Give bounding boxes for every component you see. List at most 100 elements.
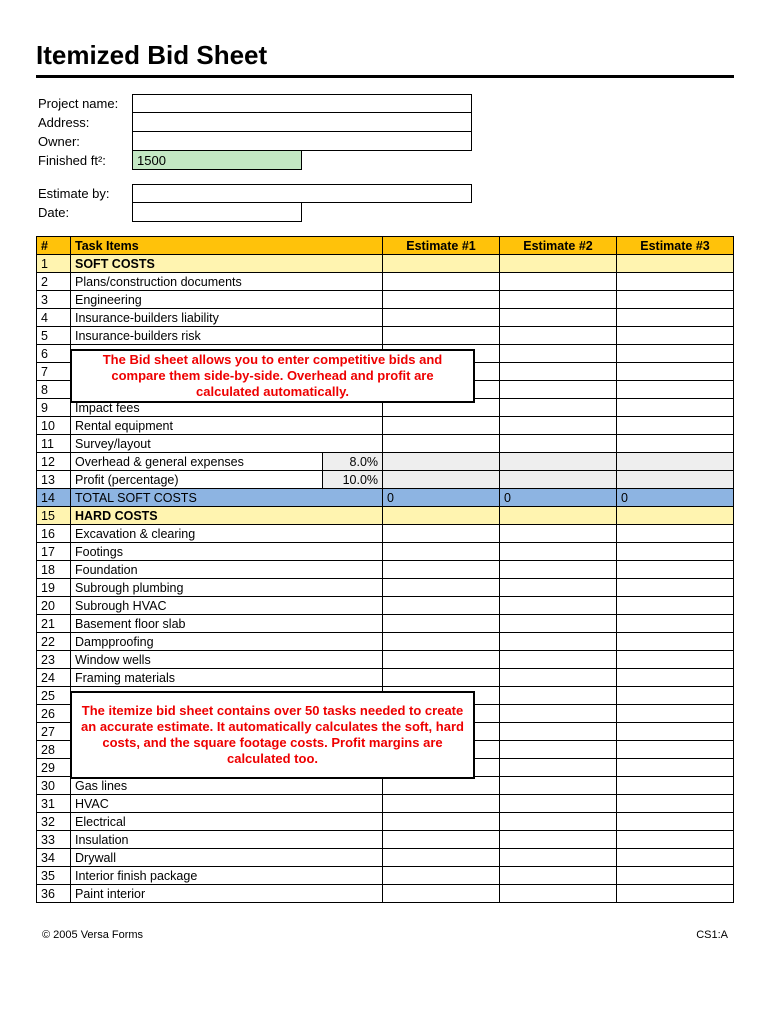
estimate-cell[interactable] [383,525,500,543]
estimate-cell[interactable] [383,579,500,597]
estimate-cell[interactable] [616,741,733,759]
estimate-cell[interactable] [616,615,733,633]
estimate-cell[interactable] [616,255,733,273]
estimate-cell[interactable] [500,633,617,651]
estimate-cell[interactable] [383,309,500,327]
estimate-cell[interactable] [500,777,617,795]
estimate-cell[interactable] [383,255,500,273]
estimate-cell[interactable] [500,363,617,381]
estimate-cell[interactable] [616,273,733,291]
estimate-cell[interactable] [500,417,617,435]
estimate-cell[interactable] [500,399,617,417]
estimate-cell[interactable] [616,381,733,399]
estimate-cell[interactable] [616,597,733,615]
estimate-cell[interactable] [500,615,617,633]
estimate-cell[interactable] [616,345,733,363]
estimate-cell[interactable] [383,561,500,579]
estimate-cell[interactable] [500,867,617,885]
estimate-cell[interactable] [383,273,500,291]
estimate-cell[interactable] [500,759,617,777]
estimate-cell[interactable] [616,453,733,471]
estimate-cell[interactable] [616,399,733,417]
estimate-cell[interactable] [616,561,733,579]
estimate-cell[interactable] [500,309,617,327]
percent-cell[interactable]: 8.0% [323,453,383,471]
input-address[interactable] [132,113,472,132]
estimate-cell[interactable] [616,849,733,867]
estimate-cell[interactable] [500,597,617,615]
estimate-cell[interactable] [383,633,500,651]
estimate-cell[interactable] [500,687,617,705]
estimate-cell[interactable] [500,525,617,543]
estimate-cell[interactable] [616,507,733,525]
estimate-cell[interactable] [500,579,617,597]
estimate-cell[interactable] [616,867,733,885]
estimate-cell[interactable] [616,831,733,849]
estimate-cell[interactable] [616,813,733,831]
estimate-cell[interactable] [616,759,733,777]
estimate-cell[interactable] [383,777,500,795]
estimate-cell[interactable] [500,561,617,579]
estimate-cell[interactable] [616,669,733,687]
estimate-cell[interactable] [616,651,733,669]
input-estimate-by[interactable] [132,184,472,203]
estimate-cell[interactable] [383,435,500,453]
estimate-cell[interactable] [383,831,500,849]
estimate-cell[interactable] [500,345,617,363]
input-project[interactable] [132,94,472,113]
estimate-cell[interactable] [500,507,617,525]
estimate-cell[interactable] [616,543,733,561]
input-finished-ft2[interactable]: 1500 [132,151,302,170]
estimate-cell[interactable] [383,651,500,669]
estimate-cell[interactable] [616,633,733,651]
estimate-cell[interactable] [500,327,617,345]
estimate-cell[interactable] [616,471,733,489]
estimate-cell[interactable]: 0 [500,489,617,507]
estimate-cell[interactable]: 0 [616,489,733,507]
estimate-cell[interactable] [616,525,733,543]
estimate-cell[interactable] [616,309,733,327]
estimate-cell[interactable] [616,579,733,597]
input-date[interactable] [132,203,302,222]
estimate-cell[interactable] [616,723,733,741]
input-owner[interactable] [132,132,472,151]
estimate-cell[interactable] [500,831,617,849]
estimate-cell[interactable] [616,705,733,723]
estimate-cell[interactable] [383,669,500,687]
estimate-cell[interactable] [500,813,617,831]
estimate-cell[interactable] [500,885,617,903]
estimate-cell[interactable] [383,417,500,435]
estimate-cell[interactable] [500,543,617,561]
estimate-cell[interactable] [383,291,500,309]
estimate-cell[interactable] [616,777,733,795]
estimate-cell[interactable] [500,273,617,291]
estimate-cell[interactable] [383,597,500,615]
estimate-cell[interactable] [383,615,500,633]
estimate-cell[interactable] [500,291,617,309]
estimate-cell[interactable] [616,795,733,813]
estimate-cell[interactable] [616,363,733,381]
estimate-cell[interactable] [383,453,500,471]
estimate-cell[interactable] [500,255,617,273]
estimate-cell[interactable] [616,417,733,435]
estimate-cell[interactable] [383,885,500,903]
estimate-cell[interactable] [383,849,500,867]
estimate-cell[interactable] [383,795,500,813]
estimate-cell[interactable] [383,543,500,561]
estimate-cell[interactable] [383,813,500,831]
estimate-cell[interactable] [616,435,733,453]
estimate-cell[interactable] [616,687,733,705]
estimate-cell[interactable] [500,705,617,723]
estimate-cell[interactable] [500,453,617,471]
estimate-cell[interactable] [500,435,617,453]
estimate-cell[interactable] [616,291,733,309]
estimate-cell[interactable] [616,885,733,903]
estimate-cell[interactable] [500,723,617,741]
estimate-cell[interactable] [500,651,617,669]
percent-cell[interactable]: 10.0% [323,471,383,489]
estimate-cell[interactable] [383,471,500,489]
estimate-cell[interactable] [383,867,500,885]
estimate-cell[interactable] [500,741,617,759]
estimate-cell[interactable] [383,507,500,525]
estimate-cell[interactable] [383,327,500,345]
